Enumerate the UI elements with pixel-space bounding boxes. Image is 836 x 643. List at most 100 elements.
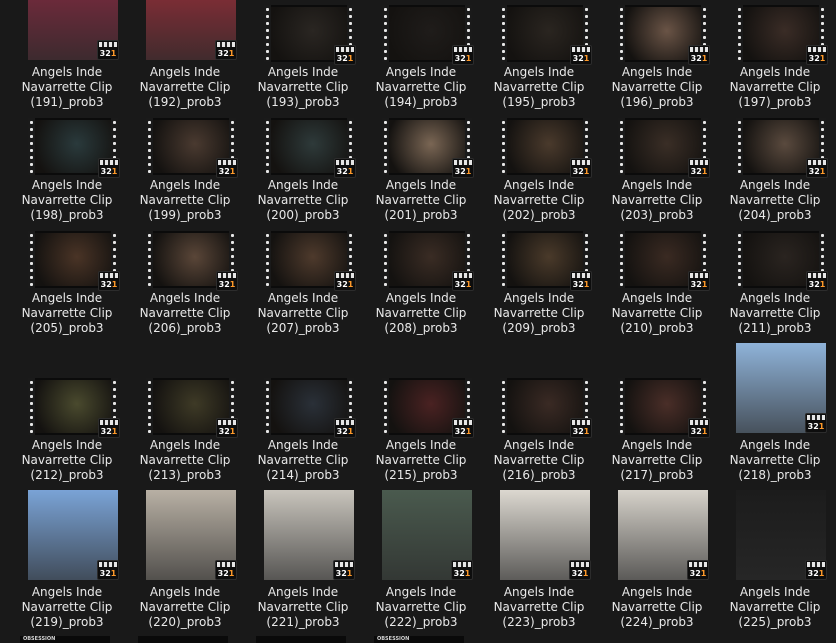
file-name-line: Angels Inde [267,291,339,305]
file-name-line: (199)_prob3 [148,208,222,222]
badge-text-accent: 1 [818,569,825,578]
badge-text: 32 [454,280,466,289]
badge-text: 32 [572,167,584,176]
badge-text-accent: 1 [700,569,707,578]
file-name-line: (208)_prob3 [384,321,458,335]
badge-text: 32 [336,280,348,289]
file-name-line: (213)_prob3 [148,468,222,482]
file-name-line: Angels Inde [385,585,457,599]
file-name-line: Navarrette Clip [611,193,703,207]
file-name-line: Navarrette Clip [493,80,585,94]
media-player-classic-icon: 321 [570,45,592,65]
file-name-line: Angels Inde [739,178,811,192]
file-name-line: Angels Inde [503,178,575,192]
partial-thumbnail[interactable]: OBSESSION [374,636,464,643]
media-player-classic-icon: 321 [215,40,237,60]
file-name: Angels Inde Navarrette Clip (212)_prob3 [8,438,126,483]
media-player-classic-icon: 321 [452,271,474,291]
file-name: Angels Inde Navarrette Clip (222)_prob3 [362,585,480,630]
file-name-line: Navarrette Clip [21,306,113,320]
file-name-line: Angels Inde [739,291,811,305]
file-name-line: Angels Inde [31,438,103,452]
badge-text-accent: 1 [110,569,117,578]
media-player-classic-icon: 321 [570,271,592,291]
badge-text-accent: 1 [819,280,826,289]
file-name-line: (219)_prob3 [30,615,104,629]
file-name-line: Angels Inde [149,438,221,452]
file-name-line: (200)_prob3 [266,208,340,222]
media-player-classic-icon: 321 [97,40,119,60]
file-name-line: Angels Inde [31,178,103,192]
badge-text: 32 [100,427,112,436]
file-name-line: (205)_prob3 [30,321,104,335]
file-name-line: Navarrette Clip [139,453,231,467]
badge-text: 32 [808,167,820,176]
media-player-classic-icon: 321 [216,158,238,178]
file-name-line: Navarrette Clip [729,306,821,320]
partial-thumbnail[interactable] [138,636,228,643]
file-name-line: (195)_prob3 [502,95,576,109]
partial-thumbnail[interactable] [256,636,346,643]
file-name: Angels Inde Navarrette Clip (218)_prob3 [716,438,834,483]
badge-text-accent: 1 [229,167,236,176]
file-name-line: Angels Inde [621,178,693,192]
media-player-classic-icon: 321 [215,560,237,580]
badge-text: 32 [454,54,466,63]
file-name: Angels Inde Navarrette Clip (219)_prob3 [8,585,126,630]
file-name: Angels Inde Navarrette Clip (214)_prob3 [244,438,362,483]
badge-text-accent: 1 [583,280,590,289]
file-name-line: Navarrette Clip [257,600,349,614]
badge-text-accent: 1 [229,427,236,436]
badge-text-accent: 1 [111,427,118,436]
media-player-classic-icon: 321 [334,45,356,65]
badge-text: 32 [690,280,702,289]
badge-text-accent: 1 [111,167,118,176]
file-name-line: (217)_prob3 [620,468,694,482]
badge-text-accent: 1 [228,49,235,58]
badge-text-accent: 1 [583,427,590,436]
file-name: Angels Inde Navarrette Clip (205)_prob3 [8,291,126,336]
badge-text-accent: 1 [583,54,590,63]
partial-thumbnail[interactable]: OBSESSION [20,636,110,643]
file-name-line: Angels Inde [149,585,221,599]
file-name-line: (214)_prob3 [266,468,340,482]
badge-text-accent: 1 [347,54,354,63]
file-name-line: Navarrette Clip [729,193,821,207]
badge-text: 32 [454,427,466,436]
badge-text: 32 [218,427,230,436]
badge-text-accent: 1 [465,54,472,63]
file-name: Angels Inde Navarrette Clip (210)_prob3 [598,291,716,336]
file-name-line: Angels Inde [503,438,575,452]
media-player-classic-icon: 321 [688,158,710,178]
media-player-classic-icon: 321 [216,418,238,438]
file-name-line: Angels Inde [503,65,575,79]
media-player-classic-icon: 321 [806,45,828,65]
file-name-line: (202)_prob3 [502,208,576,222]
file-name-line: Angels Inde [31,65,103,79]
file-name-line: (211)_prob3 [738,321,812,335]
file-name-line: Navarrette Clip [139,600,231,614]
media-player-classic-icon: 321 [687,560,709,580]
partial-thumbnail-label: OBSESSION [23,636,56,642]
file-name-line: (212)_prob3 [30,468,104,482]
badge-text-accent: 1 [701,167,708,176]
file-name: Angels Inde Navarrette Clip (221)_prob3 [244,585,362,630]
file-name: Angels Inde Navarrette Clip (215)_prob3 [362,438,480,483]
media-player-classic-icon: 321 [451,560,473,580]
file-name-line: Angels Inde [385,178,457,192]
file-name: Angels Inde Navarrette Clip (199)_prob3 [126,178,244,223]
badge-text: 32 [808,280,820,289]
file-name-line: Angels Inde [31,291,103,305]
badge-text: 32 [572,54,584,63]
media-player-classic-icon: 321 [805,560,827,580]
file-name-line: Angels Inde [267,178,339,192]
media-player-classic-icon: 321 [452,158,474,178]
file-name: Angels Inde Navarrette Clip (224)_prob3 [598,585,716,630]
badge-text: 32 [217,569,229,578]
file-name-line: Angels Inde [267,585,339,599]
file-name: Angels Inde Navarrette Clip (196)_prob3 [598,65,716,110]
file-name-line: (203)_prob3 [620,208,694,222]
file-name-line: Navarrette Clip [257,80,349,94]
badge-text-accent: 1 [701,280,708,289]
badge-text-accent: 1 [347,280,354,289]
